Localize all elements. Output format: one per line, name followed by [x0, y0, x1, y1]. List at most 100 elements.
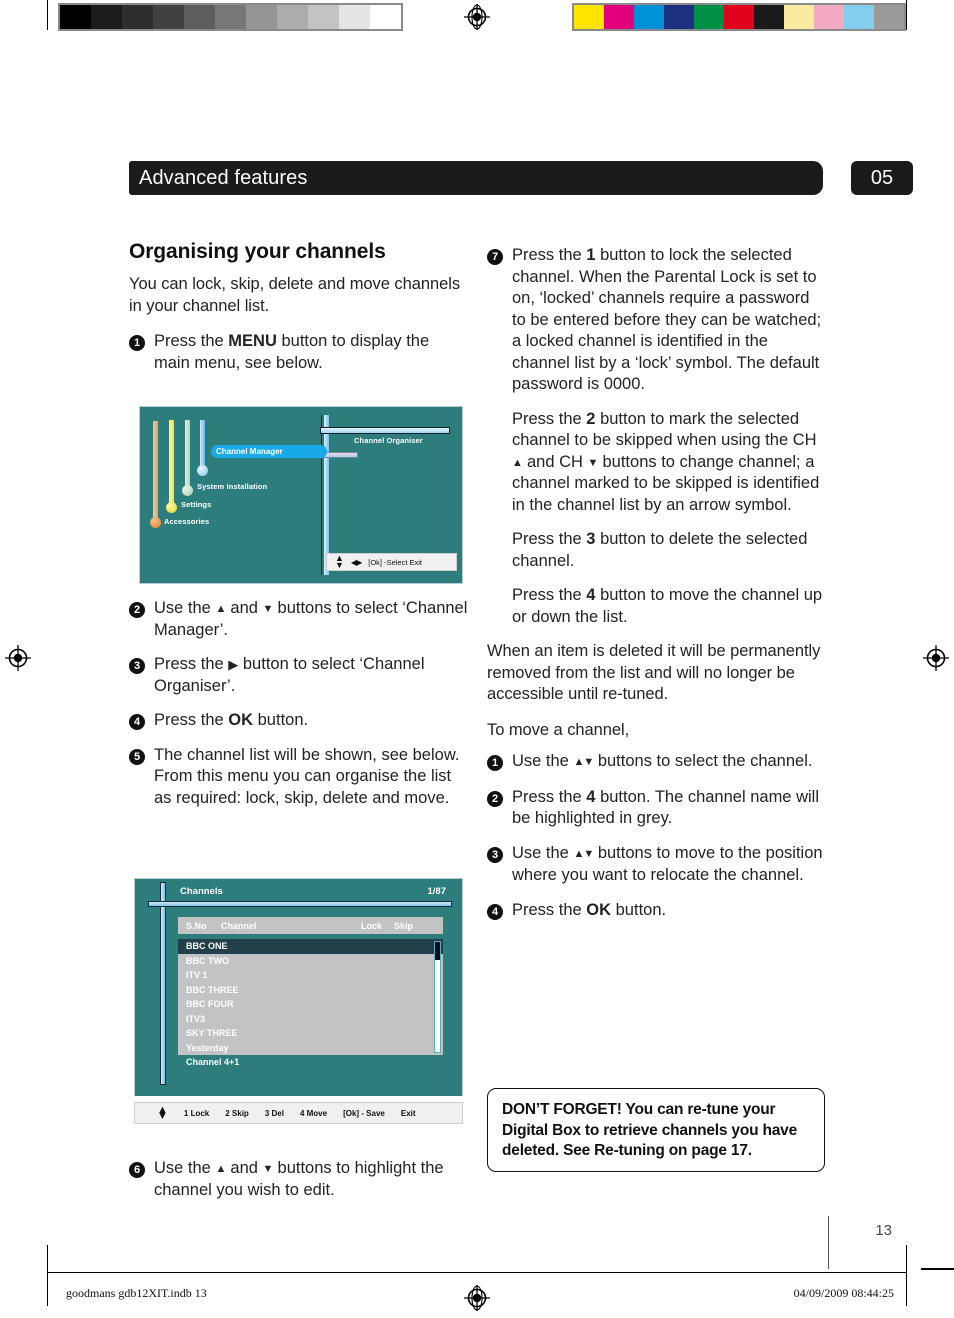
- chapter-number-badge: 05: [851, 161, 913, 195]
- channel-list-column-headers: S.No Channel Lock Skip: [178, 917, 443, 934]
- step-text: Press the ▶ button to select ‘Channel Or…: [154, 655, 425, 695]
- move-step-3: 3 Use the ▲▼ buttons to move to the posi…: [487, 843, 827, 887]
- tv-menu-status-hint: [Ok] -Select Exit: [368, 557, 422, 567]
- tv-menu-status-bar: ▲ ▼ ◀▶ [Ok] -Select Exit: [326, 553, 457, 571]
- step-4: 4 Press the OK button.: [129, 710, 469, 732]
- footer-action-del[interactable]: 3 Del: [265, 1109, 284, 1118]
- step-number: 3: [487, 846, 503, 863]
- step-7-para-4: Press the 4 button to move the channel u…: [512, 585, 827, 628]
- channel-row[interactable]: BBC ONE: [178, 939, 443, 954]
- footer-filename: goodmans gdb12XIT.indb 13: [66, 1286, 207, 1300]
- footer-action-move[interactable]: 4 Move: [300, 1109, 327, 1118]
- left-column: Organising your channels You can lock, s…: [129, 240, 469, 387]
- left-column-steps-2-5: 2 Use the ▲ and ▼ buttons to select ‘Cha…: [129, 598, 469, 822]
- submenu-bar-top: [320, 427, 450, 434]
- step-number: 7: [487, 249, 503, 265]
- menu-label-accessories[interactable]: Accessories: [164, 517, 209, 526]
- submenu-label-channel-organiser[interactable]: Channel Organiser: [354, 436, 423, 445]
- channel-row[interactable]: ITV3: [178, 1012, 443, 1027]
- menu-bar-settings: [169, 420, 174, 507]
- step-text: Use the ▲ and ▼ buttons to highlight the…: [154, 1159, 444, 1199]
- channel-list-accent-horizontal: [148, 901, 452, 907]
- channel-row[interactable]: ITV 1: [178, 968, 443, 983]
- left-column-step-6: 6 Use the ▲ and ▼ buttons to highlight t…: [129, 1158, 469, 1214]
- submenu-connector-edge: [321, 415, 322, 575]
- note-deleted-items: When an item is deleted it will be perma…: [487, 642, 821, 703]
- step-text: Press the MENU button to display the mai…: [154, 332, 430, 372]
- section-title: Organising your channels: [129, 240, 386, 263]
- menu-bar-system-installation: [185, 420, 190, 490]
- step-number: 1: [487, 755, 503, 771]
- step-number: 6: [129, 1162, 145, 1178]
- channel-list-footer-bar: ▲ ▼ 1 Lock 2 Skip 3 Del 4 Move [Ok] - Sav…: [134, 1102, 463, 1124]
- step-2: 2 Use the ▲ and ▼ buttons to select ‘Cha…: [129, 598, 469, 641]
- step-text: Press the 4 button to move the channel u…: [512, 586, 823, 626]
- step-text: Press the 2 button to mark the selected …: [512, 409, 820, 514]
- menu-bar-accessories: [153, 421, 158, 521]
- channel-row[interactable]: BBC THREE: [178, 983, 443, 998]
- move-step-2: 2 Press the 4 button. The channel name w…: [487, 787, 827, 830]
- channel-row[interactable]: Channel 4+1: [178, 1055, 443, 1070]
- channel-row[interactable]: BBC FOUR: [178, 997, 443, 1012]
- move-step-4: 4 Press the OK button.: [487, 900, 827, 922]
- channel-list-rows[interactable]: BBC ONE BBC TWO ITV 1 BBC THREE BBC FOUR…: [178, 939, 443, 1067]
- footer-action-exit[interactable]: Exit: [401, 1109, 416, 1118]
- dont-forget-callout: DON’T FORGET! You can re-tune your Digit…: [487, 1088, 825, 1172]
- manual-page: Advanced features 05 Organising your cha…: [0, 0, 954, 1318]
- move-step-1: 1 Use the ▲▼ buttons to select the chann…: [487, 751, 827, 774]
- section-intro: You can lock, skip, delete and move chan…: [129, 275, 461, 315]
- dont-forget-text: DON’T FORGET! You can re-tune your Digit…: [502, 1101, 798, 1159]
- step-1: 1 Press the MENU button to display the m…: [129, 331, 469, 374]
- menu-label-channel-manager[interactable]: Channel Manager: [216, 447, 283, 456]
- menu-label-system-installation[interactable]: System Installation: [197, 482, 267, 491]
- menu-node-accessories: [150, 517, 161, 528]
- step-3: 3 Press the ▶ button to select ‘Channel …: [129, 654, 469, 697]
- step-number: 1: [129, 335, 145, 351]
- channel-list-count: 1/87: [427, 886, 447, 897]
- submenu-connector-vertical: [324, 415, 329, 575]
- step-number: 4: [487, 903, 503, 920]
- channel-list-title: Channels: [180, 886, 223, 897]
- channel-row[interactable]: BBC TWO: [178, 954, 443, 969]
- step-number: 4: [129, 714, 145, 730]
- scrollbar-thumb[interactable]: [435, 942, 440, 960]
- menu-node-settings: [166, 502, 177, 513]
- step-text: Press the OK button.: [154, 711, 309, 729]
- step-text: Press the 3 button to delete the selecte…: [512, 530, 808, 570]
- step-6: 6 Use the ▲ and ▼ buttons to highlight t…: [129, 1158, 469, 1201]
- left-right-arrow-icon: ◀▶: [350, 557, 362, 567]
- page-number-rule: [828, 1216, 829, 1269]
- step-text: Press the OK button.: [512, 900, 667, 919]
- column-header-channel: Channel: [221, 920, 257, 931]
- step-text: The channel list will be shown, see belo…: [154, 745, 460, 807]
- step-text: Use the ▲ and ▼ buttons to select ‘Chann…: [154, 599, 468, 639]
- step-number: 2: [129, 602, 145, 618]
- channel-row[interactable]: Yesterday: [178, 1041, 443, 1056]
- page-title: Advanced features: [139, 166, 308, 189]
- menu-node-channel-manager: [197, 465, 208, 476]
- tv-channel-list-screenshot: Channels 1/87 S.No Channel Lock Skip BBC…: [134, 878, 463, 1128]
- footer-action-save[interactable]: [Ok] - Save: [343, 1109, 385, 1118]
- crop-mark: [906, 1276, 907, 1306]
- step-number: 2: [487, 790, 503, 807]
- footer-action-lock[interactable]: 1 Lock: [184, 1109, 209, 1118]
- step-7-para-2: Press the 2 button to mark the selected …: [512, 409, 827, 517]
- step-text: Press the 4 button. The channel name wil…: [512, 787, 819, 828]
- step-number: 5: [129, 748, 145, 765]
- step-text: Use the ▲▼ buttons to move to the positi…: [512, 843, 823, 885]
- right-column: 7 Press the 1 button to lock the selecte…: [487, 245, 827, 934]
- column-header-lock: Lock: [361, 920, 383, 931]
- channel-list-accent-vertical: [160, 882, 166, 1085]
- channel-list-scrollbar[interactable]: [434, 941, 441, 1053]
- footer-timestamp: 04/09/2009 08:44:25: [793, 1286, 894, 1300]
- up-down-arrow-icon: ▲ ▼: [335, 553, 344, 570]
- step-text: Use the ▲▼ buttons to select the channel…: [512, 752, 813, 770]
- menu-bar-channel-manager: [200, 420, 205, 470]
- footer-action-skip[interactable]: 2 Skip: [225, 1109, 249, 1118]
- menu-label-settings[interactable]: Settings: [181, 500, 211, 509]
- channel-row[interactable]: SKY THREE: [178, 1026, 443, 1041]
- column-header-skip: Skip: [394, 920, 414, 931]
- menu-node-system-installation: [182, 485, 193, 496]
- crop-mark: [47, 1276, 48, 1306]
- page-number: 13: [875, 1222, 892, 1239]
